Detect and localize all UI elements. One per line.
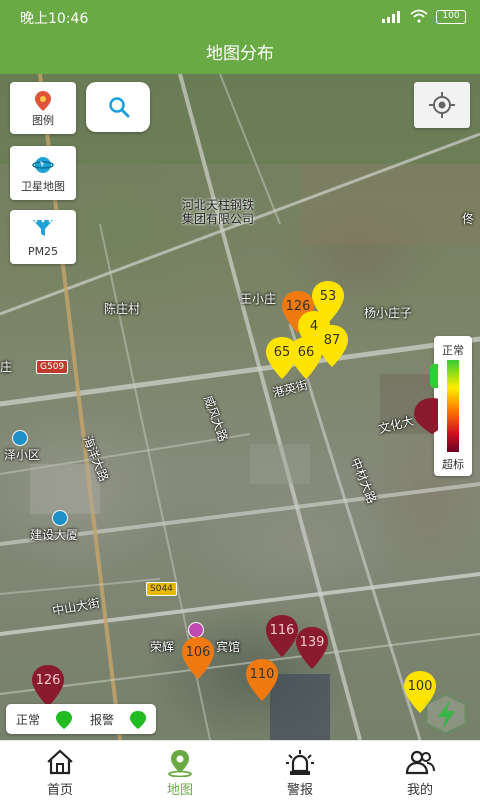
satellite-label: 卫星地图 bbox=[21, 180, 65, 193]
wifi-icon bbox=[410, 9, 428, 23]
scale-top-label: 正常 bbox=[442, 344, 464, 357]
pm25-button[interactable]: PM25 bbox=[10, 210, 76, 264]
map-label: 宾馆 bbox=[216, 640, 241, 654]
page-title: 地图分布 bbox=[0, 34, 480, 74]
location-pin-icon bbox=[414, 398, 450, 434]
status-legend: 正常 报警 bbox=[6, 704, 156, 734]
tab-map[interactable]: 地图 bbox=[120, 741, 240, 800]
aqi-marker-value: 87 bbox=[323, 333, 341, 348]
aqi-marker-value: 126 bbox=[35, 673, 61, 688]
scale-gradient-bar bbox=[447, 360, 459, 452]
map-label: 泽小区 bbox=[4, 448, 41, 462]
tab-label: 首页 bbox=[46, 783, 73, 798]
tab-home[interactable]: 首页 bbox=[0, 741, 120, 800]
satellite-map-button[interactable]: 卫星地图 bbox=[10, 146, 76, 200]
locate-button[interactable] bbox=[414, 82, 470, 128]
tab-alarm[interactable]: 警报 bbox=[240, 741, 360, 800]
map-label: 庄 bbox=[0, 360, 13, 374]
map-label: 王小庄 bbox=[240, 292, 277, 306]
poi-icon bbox=[52, 510, 68, 526]
map-label: 杨小庄子 bbox=[364, 306, 413, 320]
alarm-pin-icon bbox=[130, 711, 146, 729]
map-view[interactable]: 河北天柱钢铁 集团有限公司 陈庄村 王小庄 杨小庄子 港英街 文化大 中材大路 … bbox=[0, 74, 480, 740]
status-bar: 晚上10:46 100 bbox=[0, 0, 480, 34]
aqi-marker[interactable]: 87 bbox=[314, 324, 350, 368]
legend-label: 图例 bbox=[32, 114, 54, 127]
status-time: 晚上10:46 bbox=[20, 11, 89, 27]
map-label: 佟 bbox=[462, 212, 475, 226]
satellite-icon bbox=[32, 157, 54, 173]
aqi-marker[interactable]: 106 bbox=[180, 636, 216, 680]
legend-button[interactable]: 图例 bbox=[10, 82, 76, 134]
map-label: 建设大厦 bbox=[30, 528, 79, 542]
funnel-icon bbox=[33, 219, 53, 236]
home-icon bbox=[47, 749, 73, 775]
search-icon bbox=[109, 97, 130, 118]
map-label: 集团有限公司 bbox=[182, 212, 255, 226]
status-legend-normal-label: 正常 bbox=[16, 713, 41, 727]
poi-icon bbox=[12, 430, 28, 446]
crosshair-icon bbox=[429, 92, 455, 118]
road-tag-g509: G509 bbox=[36, 360, 69, 374]
map-pin-icon bbox=[168, 750, 192, 777]
alarm-light-icon bbox=[286, 750, 314, 775]
bottom-tab-bar: 首页 地图 警报 我的 bbox=[0, 740, 480, 800]
user-group-icon bbox=[405, 750, 435, 775]
pollution-scale: 正常 超标 bbox=[434, 336, 472, 476]
pm25-label: PM25 bbox=[27, 245, 59, 258]
map-label: 陈庄村 bbox=[104, 302, 141, 316]
aqi-marker[interactable]: 126 bbox=[30, 664, 66, 708]
lightning-icon[interactable] bbox=[420, 690, 472, 738]
map-pin-icon bbox=[35, 91, 51, 111]
aqi-marker[interactable]: 139 bbox=[294, 626, 330, 670]
tab-label: 地图 bbox=[166, 783, 193, 798]
tab-label: 警报 bbox=[286, 783, 313, 798]
tab-label: 我的 bbox=[406, 783, 433, 798]
normal-pin-icon bbox=[56, 711, 72, 729]
aqi-marker-value: 106 bbox=[185, 645, 211, 660]
aqi-marker[interactable]: 110 bbox=[244, 658, 280, 702]
edge-marker[interactable] bbox=[430, 364, 438, 388]
aqi-marker-value: 139 bbox=[299, 635, 325, 650]
edge-marker[interactable] bbox=[414, 398, 450, 434]
scale-bottom-label: 超标 bbox=[442, 458, 464, 471]
status-legend-alarm-label: 报警 bbox=[90, 713, 115, 727]
signal-icon bbox=[382, 11, 400, 23]
app-root: { "status_bar": { "time": "晚上10:46", "ba… bbox=[0, 0, 480, 800]
battery-icon: 100 bbox=[436, 10, 466, 24]
road-tag-s044: S044 bbox=[146, 582, 177, 596]
aqi-marker-value: 110 bbox=[249, 667, 275, 682]
search-button[interactable] bbox=[86, 82, 150, 132]
map-label: 荣辉 bbox=[150, 640, 175, 654]
tab-mine[interactable]: 我的 bbox=[360, 741, 480, 800]
